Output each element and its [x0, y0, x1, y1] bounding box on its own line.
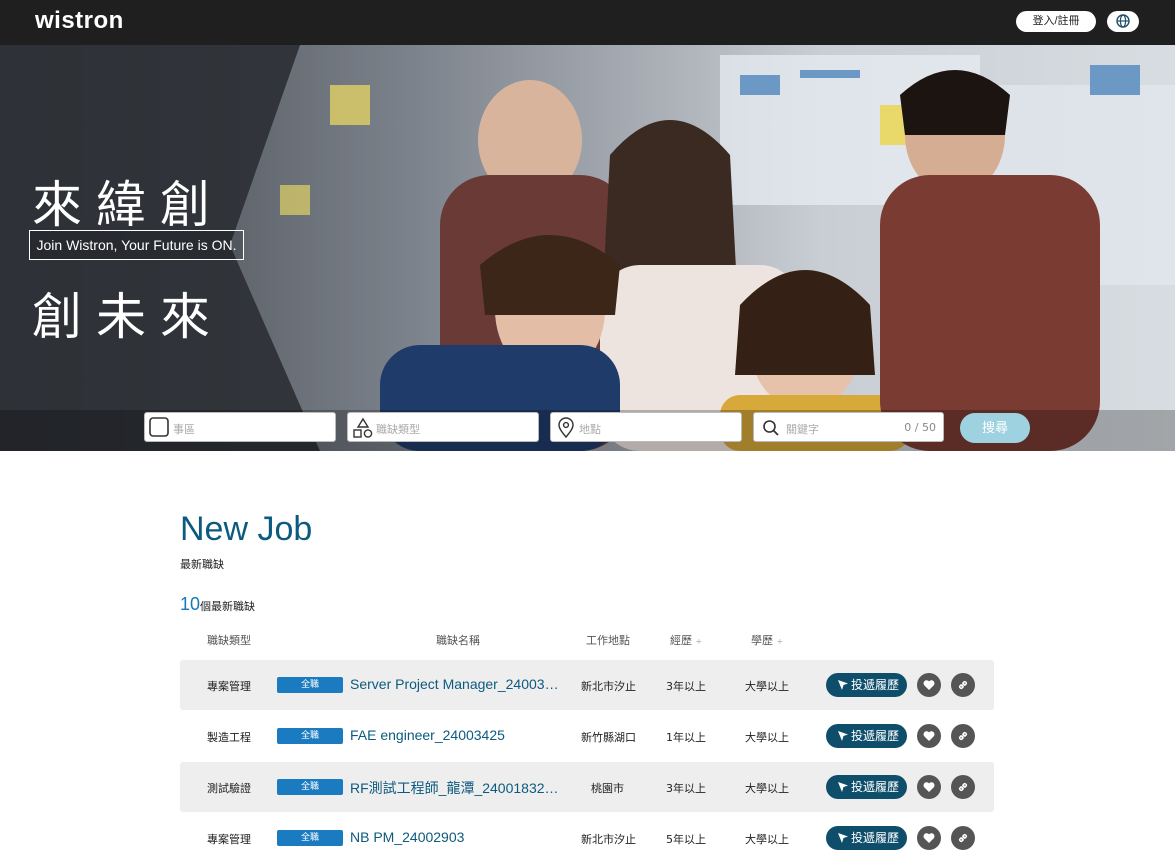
row-category: 專案管理 — [207, 833, 251, 846]
apply-button[interactable]: 投遞履歷 — [826, 673, 907, 697]
employment-type-badge: 全職 — [277, 728, 343, 744]
row-location: 桃園市 — [591, 782, 624, 795]
send-cursor-icon — [838, 833, 848, 843]
search-button[interactable]: 搜尋 — [960, 413, 1030, 443]
job-title-link[interactable]: RF測試工程師_龍潭_24001832-26 — [350, 778, 562, 798]
hero-banner: 來緯創 Join Wistron, Your Future is ON. 創未來… — [0, 45, 1175, 451]
job-title-link[interactable]: Server Project Manager_240038… — [350, 676, 562, 692]
keyword-placeholder: 關鍵字 — [786, 423, 819, 436]
row-education: 大學以上 — [745, 731, 789, 744]
location-select[interactable]: 地點 — [550, 412, 742, 442]
map-pin-icon — [555, 417, 577, 443]
heart-icon — [923, 731, 935, 741]
hero-title-line2: 創未來 — [32, 288, 224, 346]
job-title-link[interactable]: NB PM_24002903 — [350, 829, 562, 845]
header-location: 工作地點 — [586, 634, 630, 647]
row-location: 新北市汐止 — [581, 680, 636, 693]
header-experience: 經歷 — [670, 634, 692, 647]
share-link-button[interactable] — [951, 673, 975, 697]
sort-icon: ÷ — [695, 637, 703, 646]
apply-label: 投遞履歷 — [851, 780, 900, 794]
hero-title-line1: 來緯創 — [32, 176, 224, 234]
row-education: 大學以上 — [745, 680, 789, 693]
globe-icon — [1116, 14, 1130, 28]
top-bar: wistron 登入/註冊 — [0, 0, 1175, 45]
link-icon — [958, 731, 968, 741]
send-cursor-icon — [838, 680, 848, 690]
row-education: 大學以上 — [745, 782, 789, 795]
link-icon — [958, 833, 968, 843]
link-icon — [958, 680, 968, 690]
heart-icon — [923, 680, 935, 690]
shapes-icon — [352, 417, 374, 443]
row-category: 專案管理 — [207, 680, 251, 693]
keyword-input[interactable]: 關鍵字 0 / 50 — [753, 412, 944, 442]
apply-label: 投遞履歷 — [851, 729, 900, 743]
page-title: New Job — [180, 510, 313, 548]
apply-label: 投遞履歷 — [851, 678, 900, 692]
employment-type-badge: 全職 — [277, 830, 343, 846]
row-location: 新北市汐止 — [581, 833, 636, 846]
hero-tagline: Join Wistron, Your Future is ON. — [29, 230, 244, 260]
table-row[interactable]: 專案管理 全職 NB PM_24002903 新北市汐止 5年以上 大學以上 投… — [180, 813, 994, 863]
search-icon — [762, 419, 780, 441]
heart-icon — [923, 782, 935, 792]
job-count-label: 個最新職缺 — [200, 600, 256, 613]
wistron-logo[interactable]: wistron — [35, 7, 124, 35]
job-count: 10個最新職缺 — [180, 594, 255, 615]
header-education: 學歷 — [751, 634, 773, 647]
favorite-button[interactable] — [917, 673, 941, 697]
row-location: 新竹縣湖口 — [581, 731, 636, 744]
link-icon — [958, 782, 968, 792]
table-row[interactable]: 製造工程 全職 FAE engineer_24003425 新竹縣湖口 1年以上… — [180, 711, 994, 761]
employment-type-badge: 全職 — [277, 677, 343, 693]
login-register-button[interactable]: 登入/註冊 — [1016, 11, 1096, 32]
header-category: 職缺類型 — [207, 634, 251, 647]
send-cursor-icon — [838, 731, 848, 741]
row-category: 測試驗證 — [207, 782, 251, 795]
send-cursor-icon — [838, 782, 848, 792]
job-count-number: 10 — [180, 594, 201, 614]
table-row[interactable]: 專案管理 全職 Server Project Manager_240038… 新… — [180, 660, 994, 710]
category-placeholder: 職缺類型 — [376, 423, 420, 436]
favorite-button[interactable] — [917, 775, 941, 799]
apply-button[interactable]: 投遞履歷 — [826, 775, 907, 799]
favorite-button[interactable] — [917, 826, 941, 850]
search-bar: 事區 職缺類型 地點 關鍵字 0 / 50 搜尋 — [0, 412, 1175, 444]
heart-icon — [923, 833, 935, 843]
apply-button[interactable]: 投遞履歷 — [826, 724, 907, 748]
header-education-sort[interactable]: 學歷 ÷ — [751, 632, 783, 648]
keyword-char-count: 0 / 50 — [904, 421, 936, 434]
share-link-button[interactable] — [951, 775, 975, 799]
row-education: 大學以上 — [745, 833, 789, 846]
share-link-button[interactable] — [951, 826, 975, 850]
region-select[interactable]: 事區 — [144, 412, 336, 442]
row-experience: 3年以上 — [666, 680, 706, 693]
apply-button[interactable]: 投遞履歷 — [826, 826, 907, 850]
employment-type-badge: 全職 — [277, 779, 343, 795]
share-link-button[interactable] — [951, 724, 975, 748]
category-select[interactable]: 職缺類型 — [347, 412, 539, 442]
apply-label: 投遞履歷 — [851, 831, 900, 845]
region-placeholder: 事區 — [173, 423, 195, 436]
location-placeholder: 地點 — [579, 423, 601, 436]
table-row[interactable]: 測試驗證 全職 RF測試工程師_龍潭_24001832-26 桃園市 3年以上 … — [180, 762, 994, 812]
row-experience: 1年以上 — [666, 731, 706, 744]
header-experience-sort[interactable]: 經歷 ÷ — [670, 632, 702, 648]
row-experience: 5年以上 — [666, 833, 706, 846]
language-button[interactable] — [1107, 11, 1139, 32]
row-category: 製造工程 — [207, 731, 251, 744]
sort-icon: ÷ — [776, 637, 784, 646]
row-experience: 3年以上 — [666, 782, 706, 795]
page-subtitle: 最新職缺 — [180, 558, 224, 571]
checkbox-square-icon — [149, 417, 169, 441]
favorite-button[interactable] — [917, 724, 941, 748]
job-title-link[interactable]: FAE engineer_24003425 — [350, 727, 562, 743]
header-name: 職缺名稱 — [436, 634, 480, 647]
